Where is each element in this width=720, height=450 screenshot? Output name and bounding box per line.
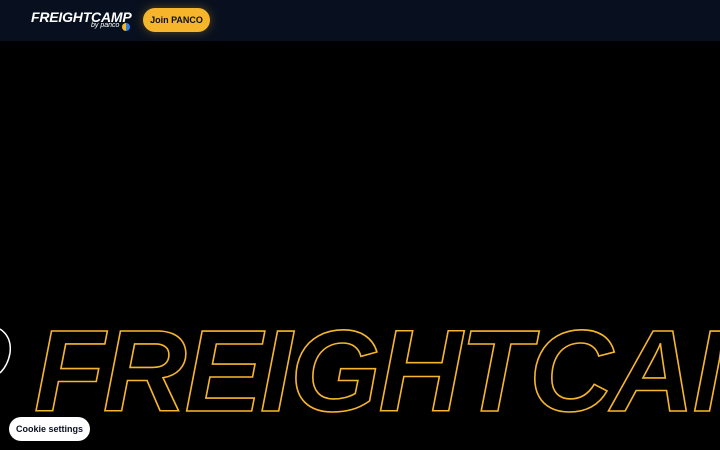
- cookie-settings-button[interactable]: Cookie settings: [9, 417, 90, 441]
- hero-outline-title: FREIGHTCAMP: [34, 306, 720, 436]
- decorative-arc-shape: [0, 328, 12, 374]
- logo-byline: by panco: [91, 22, 120, 29]
- join-panco-button[interactable]: Join PANCO: [143, 8, 210, 32]
- freightcamp-logo[interactable]: FREIGHTCAMP by panco: [31, 9, 133, 31]
- hero-graphic: FREIGHTCAMP: [0, 305, 720, 437]
- panco-dot-icon: [122, 23, 130, 31]
- top-navigation-bar: FREIGHTCAMP by panco Join PANCO: [0, 0, 720, 41]
- hero-section: FREIGHTCAMP: [0, 41, 720, 450]
